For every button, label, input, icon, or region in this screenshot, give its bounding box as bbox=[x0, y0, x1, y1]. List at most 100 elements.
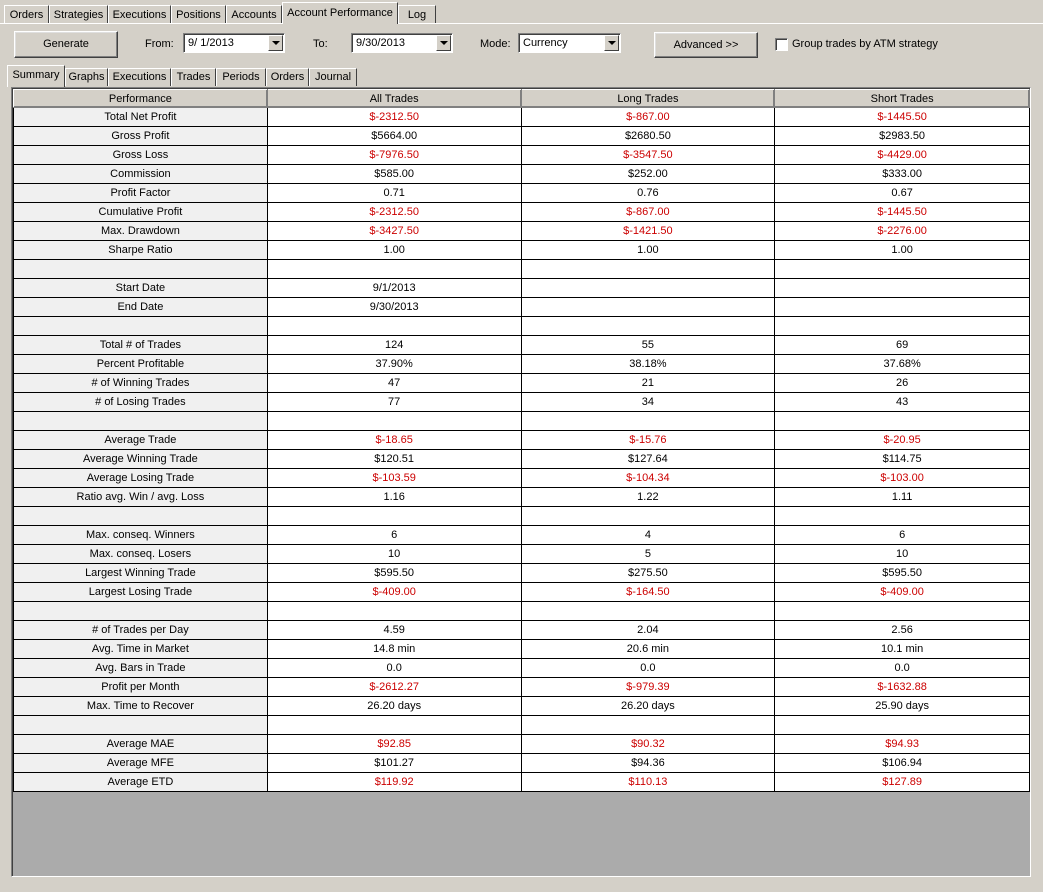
row-label-cell bbox=[13, 259, 268, 279]
row-label-cell: Average MAE bbox=[13, 734, 268, 754]
table-row[interactable]: Ratio avg. Win / avg. Loss 1.16 1.22 1.11 bbox=[13, 487, 1030, 507]
all-trades-cell: 14.8 min bbox=[266, 639, 522, 659]
table-row[interactable]: Profit per Month $-2612.27 $-979.39 $-1632.… bbox=[13, 677, 1030, 697]
group-trades-checkbox[interactable] bbox=[775, 38, 788, 51]
long-trades-cell: $90.32 bbox=[520, 734, 776, 754]
long-trades-cell: $-979.39 bbox=[520, 677, 776, 697]
row-label-cell: # of Losing Trades bbox=[13, 392, 268, 412]
tab-periods[interactable]: Periods bbox=[216, 68, 266, 86]
column-header-all-trades[interactable]: All Trades bbox=[266, 89, 522, 108]
tab-account-performance[interactable]: Account Performance bbox=[282, 2, 398, 24]
table-row[interactable]: # of Winning Trades 47 21 26 bbox=[13, 373, 1030, 393]
column-header-long-trades[interactable]: Long Trades bbox=[520, 89, 776, 108]
table-row[interactable]: Average MAE $92.85 $90.32 $94.93 bbox=[13, 734, 1030, 754]
table-row[interactable]: Average ETD $119.92 $110.13 $127.89 bbox=[13, 772, 1030, 792]
row-label-cell bbox=[13, 316, 268, 336]
to-label: To: bbox=[313, 38, 328, 50]
tab-journal[interactable]: Journal bbox=[309, 68, 357, 86]
from-date-value: 9/ 1/2013 bbox=[188, 37, 234, 49]
table-row[interactable]: Average Winning Trade $120.51 $127.64 $114.… bbox=[13, 449, 1030, 469]
long-trades-cell: $-15.76 bbox=[520, 430, 776, 450]
tab-graphs[interactable]: Graphs bbox=[65, 68, 108, 86]
table-row[interactable] bbox=[13, 715, 1030, 735]
all-trades-cell: $-3427.50 bbox=[266, 221, 522, 241]
tab-executions[interactable]: Executions bbox=[108, 5, 171, 23]
column-header-short-trades[interactable]: Short Trades bbox=[774, 89, 1030, 108]
row-label-cell: Avg. Bars in Trade bbox=[13, 658, 268, 678]
table-row[interactable] bbox=[13, 601, 1030, 621]
table-row[interactable]: Cumulative Profit $-2312.50 $-867.00 $-1445… bbox=[13, 202, 1030, 222]
table-row[interactable]: Largest Losing Trade $-409.00 $-164.50 $-40… bbox=[13, 582, 1030, 602]
short-trades-cell: $106.94 bbox=[774, 753, 1030, 773]
table-row[interactable]: End Date 9/30/2013 bbox=[13, 297, 1030, 317]
row-label-cell: Max. Time to Recover bbox=[13, 696, 268, 716]
mode-value: Currency bbox=[523, 37, 568, 49]
table-row[interactable] bbox=[13, 411, 1030, 431]
to-date-picker[interactable]: 9/30/2013 bbox=[351, 33, 453, 53]
short-trades-cell bbox=[774, 316, 1030, 336]
table-row[interactable]: # of Trades per Day 4.59 2.04 2.56 bbox=[13, 620, 1030, 640]
table-row[interactable]: Max. Time to Recover 26.20 days 26.20 days… bbox=[13, 696, 1030, 716]
tab-trades[interactable]: Trades bbox=[171, 68, 216, 86]
chevron-down-icon[interactable] bbox=[268, 35, 283, 51]
table-row[interactable]: Largest Winning Trade $595.50 $275.50 $595.… bbox=[13, 563, 1030, 583]
advanced-button[interactable]: Advanced >> bbox=[654, 32, 758, 58]
table-row[interactable]: Profit Factor 0.71 0.76 0.67 bbox=[13, 183, 1030, 203]
table-row[interactable]: Total Net Profit $-2312.50 $-867.00 $-1445.… bbox=[13, 107, 1030, 127]
table-row[interactable]: Avg. Bars in Trade 0.0 0.0 0.0 bbox=[13, 658, 1030, 678]
long-trades-cell: $2680.50 bbox=[520, 126, 776, 146]
mode-select[interactable]: Currency bbox=[518, 33, 621, 53]
table-row[interactable]: Start Date 9/1/2013 bbox=[13, 278, 1030, 298]
table-row[interactable]: Max. conseq. Losers 10 5 10 bbox=[13, 544, 1030, 564]
tab-strategies[interactable]: Strategies bbox=[49, 5, 108, 23]
chevron-down-icon[interactable] bbox=[436, 35, 451, 51]
table-row[interactable] bbox=[13, 316, 1030, 336]
table-row[interactable]: Max. conseq. Winners 6 4 6 bbox=[13, 525, 1030, 545]
short-trades-cell: $2983.50 bbox=[774, 126, 1030, 146]
from-date-picker[interactable]: 9/ 1/2013 bbox=[183, 33, 285, 53]
row-label-cell: Total Net Profit bbox=[13, 107, 268, 127]
table-row[interactable]: Percent Profitable 37.90% 38.18% 37.68% bbox=[13, 354, 1030, 374]
tab-log[interactable]: Log bbox=[398, 5, 436, 23]
all-trades-cell: 9/30/2013 bbox=[266, 297, 522, 317]
short-trades-cell bbox=[774, 601, 1030, 621]
row-label-cell: Average MFE bbox=[13, 753, 268, 773]
tab-orders[interactable]: Orders bbox=[4, 5, 49, 23]
short-trades-cell: 0.67 bbox=[774, 183, 1030, 203]
table-row[interactable]: Average Losing Trade $-103.59 $-104.34 $-10… bbox=[13, 468, 1030, 488]
generate-button[interactable]: Generate bbox=[14, 31, 118, 58]
long-trades-cell: $-1421.50 bbox=[520, 221, 776, 241]
table-row[interactable]: Gross Loss $-7976.50 $-3547.50 $-4429.00 bbox=[13, 145, 1030, 165]
all-trades-cell: $101.27 bbox=[266, 753, 522, 773]
table-row[interactable]: Average MFE $101.27 $94.36 $106.94 bbox=[13, 753, 1030, 773]
long-trades-cell: $94.36 bbox=[520, 753, 776, 773]
table-row[interactable]: Avg. Time in Market 14.8 min 20.6 min 10.1 … bbox=[13, 639, 1030, 659]
tab-executions-sub[interactable]: Executions bbox=[108, 68, 171, 86]
sub-tab-strip: Summary Graphs Executions Trades Periods… bbox=[5, 65, 1038, 87]
table-row[interactable]: Total # of Trades 124 55 69 bbox=[13, 335, 1030, 355]
table-row[interactable]: Gross Profit $5664.00 $2680.50 $2983.50 bbox=[13, 126, 1030, 146]
performance-table: Performance All Trades Long Trades Short… bbox=[13, 89, 1030, 792]
short-trades-cell bbox=[774, 411, 1030, 431]
row-label-cell bbox=[13, 601, 268, 621]
chevron-down-icon[interactable] bbox=[604, 35, 619, 51]
all-trades-cell: 1.00 bbox=[266, 240, 522, 260]
long-trades-cell: 4 bbox=[520, 525, 776, 545]
long-trades-cell: 21 bbox=[520, 373, 776, 393]
tab-accounts[interactable]: Accounts bbox=[226, 5, 282, 23]
table-row[interactable]: Average Trade $-18.65 $-15.76 $-20.95 bbox=[13, 430, 1030, 450]
tab-summary[interactable]: Summary bbox=[7, 65, 65, 87]
column-header-performance[interactable]: Performance bbox=[13, 89, 268, 108]
tab-positions[interactable]: Positions bbox=[171, 5, 226, 23]
short-trades-cell: $-1445.50 bbox=[774, 107, 1030, 127]
long-trades-cell: $-104.34 bbox=[520, 468, 776, 488]
table-row[interactable]: Commission $585.00 $252.00 $333.00 bbox=[13, 164, 1030, 184]
table-row[interactable]: Max. Drawdown $-3427.50 $-1421.50 $-2276.00 bbox=[13, 221, 1030, 241]
tab-orders-sub[interactable]: Orders bbox=[266, 68, 309, 86]
table-row[interactable] bbox=[13, 506, 1030, 526]
table-row[interactable]: # of Losing Trades 77 34 43 bbox=[13, 392, 1030, 412]
table-row[interactable]: Sharpe Ratio 1.00 1.00 1.00 bbox=[13, 240, 1030, 260]
row-label-cell: Max. conseq. Losers bbox=[13, 544, 268, 564]
table-row[interactable] bbox=[13, 259, 1030, 279]
table-header-row: Performance All Trades Long Trades Short… bbox=[13, 89, 1030, 108]
